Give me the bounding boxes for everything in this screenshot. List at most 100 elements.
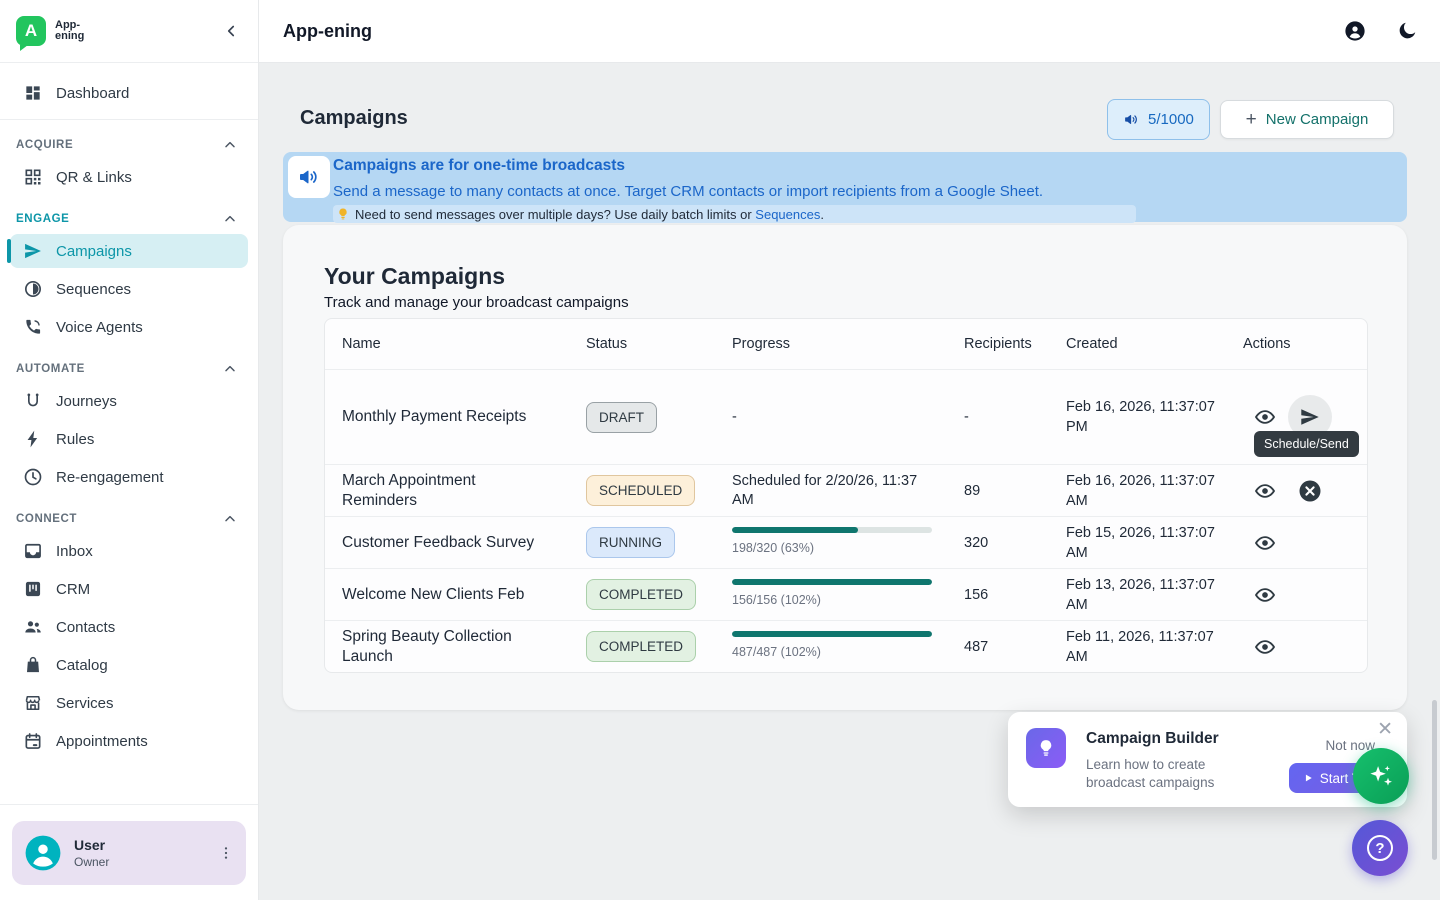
campaign-quota-badge[interactable]: 5/1000: [1107, 99, 1210, 140]
view-campaign-eye-icon[interactable]: [1254, 532, 1276, 554]
dashboard-icon: [23, 83, 43, 103]
bulb-badge: [1026, 728, 1066, 768]
recipients-count: 156: [964, 587, 1066, 603]
sequence-icon: [23, 279, 43, 299]
popup-title: Campaign Builder: [1086, 730, 1219, 748]
sidebar-divider: [0, 119, 258, 120]
sidebar-item-voice-agents[interactable]: Voice Agents: [10, 310, 248, 344]
status-badge: COMPLETED: [586, 579, 696, 610]
column-header-recipients: Recipients: [964, 336, 1066, 352]
sidebar-collapse-icon[interactable]: [222, 22, 240, 40]
actions-cell: [1243, 532, 1367, 554]
sidebar-item-sequences[interactable]: Sequences: [10, 272, 248, 306]
sidebar-item-inbox[interactable]: Inbox: [10, 534, 248, 568]
sidebar-item-label: Contacts: [56, 619, 115, 636]
new-campaign-button[interactable]: + New Campaign: [1220, 100, 1394, 139]
kanban-icon: [23, 579, 43, 599]
column-header-status: Status: [586, 336, 732, 352]
qr-code-icon: [23, 167, 43, 187]
sidebar-item-appointments[interactable]: Appointments: [10, 724, 248, 758]
progress-cell: 487/487 (102%): [732, 631, 964, 662]
campaign-name: Customer Feedback Survey: [342, 533, 537, 553]
sidebar-item-label: QR & Links: [56, 169, 132, 186]
column-header-progress: Progress: [732, 336, 964, 352]
sidebar-item-journeys[interactable]: Journeys: [10, 384, 248, 418]
sparkles-icon: [1367, 762, 1395, 790]
recipients-count: -: [964, 409, 1066, 425]
created-date: Feb 15, 2026, 11:37:07 AM: [1066, 523, 1243, 563]
campaigns-card-title: Your Campaigns: [324, 263, 505, 290]
sidebar-item-label: Re-engagement: [56, 469, 164, 486]
user-menu-dots-icon[interactable]: [218, 844, 234, 862]
sidebar-item-label: Appointments: [56, 733, 148, 750]
view-campaign-eye-icon[interactable]: [1254, 584, 1276, 606]
help-fab[interactable]: ?: [1352, 820, 1408, 876]
cancel-campaign-button[interactable]: [1288, 469, 1332, 513]
campaign-row: March Appointment RemindersSCHEDULEDSche…: [325, 464, 1367, 516]
ai-assistant-fab[interactable]: [1353, 748, 1409, 804]
sidebar-item-label: Journeys: [56, 393, 117, 410]
view-campaign-eye-icon[interactable]: [1254, 636, 1276, 658]
status-badge: COMPLETED: [586, 631, 696, 662]
scrollbar-thumb[interactable]: [1432, 700, 1437, 860]
status-badge: SCHEDULED: [586, 475, 695, 506]
phone-icon: [23, 317, 43, 337]
close-icon[interactable]: ✕: [1377, 720, 1393, 739]
campaign-name: Spring Beauty Collection Launch: [342, 627, 537, 667]
sidebar: A App- ening Dashboard ACQUIRE QR & Links…: [0, 0, 259, 900]
actions-cell: [1243, 584, 1367, 606]
progress-cell: 156/156 (102%): [732, 579, 964, 610]
section-label-acquire: ACQUIRE: [0, 124, 258, 156]
chevron-up-icon[interactable]: [222, 511, 238, 527]
bag-icon: [23, 655, 43, 675]
progress-bar: [732, 631, 932, 637]
campaign-name: Welcome New Clients Feb: [342, 585, 537, 605]
sidebar-item-qr-links[interactable]: QR & Links: [10, 160, 248, 194]
column-header-name: Name: [342, 336, 586, 352]
sidebar-item-campaigns[interactable]: Campaigns: [10, 234, 248, 268]
sidebar-header: A App- ening: [0, 0, 258, 63]
progress-label: 156/156 (102%): [732, 591, 934, 610]
recipients-count: 89: [964, 483, 1066, 499]
view-campaign-eye-icon[interactable]: [1254, 406, 1276, 428]
chevron-up-icon[interactable]: [222, 137, 238, 153]
progress-cell: Scheduled for 2/20/26, 11:37 AM: [732, 472, 964, 510]
sidebar-item-label: Sequences: [56, 281, 131, 298]
campaign-name: Monthly Payment Receipts: [342, 407, 537, 427]
created-date: Feb 13, 2026, 11:37:07 AM: [1066, 575, 1243, 615]
app-logo-text: App- ening: [55, 20, 84, 43]
progress-cell: -: [732, 408, 964, 427]
sidebar-item-re-engagement[interactable]: Re-engagement: [10, 460, 248, 494]
schedule-send-tooltip: Schedule/Send: [1254, 431, 1359, 457]
chevron-up-icon[interactable]: [222, 361, 238, 377]
progress-bar-fill: [732, 631, 932, 637]
info-banner: Campaigns are for one-time broadcasts Se…: [283, 152, 1407, 222]
created-date: Feb 16, 2026, 11:37:07 AM: [1066, 471, 1243, 511]
progress-bar: [732, 579, 932, 585]
campaigns-table: NameStatusProgressRecipientsCreatedActio…: [324, 318, 1368, 673]
quota-text: 5/1000: [1148, 111, 1194, 128]
sidebar-item-crm[interactable]: CRM: [10, 572, 248, 606]
sidebar-item-contacts[interactable]: Contacts: [10, 610, 248, 644]
banner-body: Send a message to many contacts at once.…: [333, 183, 1043, 200]
view-campaign-eye-icon[interactable]: [1254, 480, 1276, 502]
sidebar-item-services[interactable]: Services: [10, 686, 248, 720]
user-role: Owner: [74, 855, 109, 869]
actions-cell: [1243, 636, 1367, 658]
play-icon: [1303, 773, 1313, 783]
progress-bar-fill: [732, 527, 858, 533]
sidebar-item-label: Catalog: [56, 657, 108, 674]
sidebar-item-catalog[interactable]: Catalog: [10, 648, 248, 682]
user-card[interactable]: User Owner: [12, 821, 246, 885]
route-icon: [23, 391, 43, 411]
sequences-link[interactable]: Sequences: [755, 207, 820, 222]
lightbulb-icon: [336, 207, 350, 221]
account-icon[interactable]: [1344, 20, 1366, 42]
dark-mode-moon-icon[interactable]: [1396, 20, 1418, 42]
section-label-automate: AUTOMATE: [0, 348, 258, 380]
lightning-icon: [23, 429, 43, 449]
chevron-up-icon[interactable]: [222, 211, 238, 227]
x-circle-icon: [1298, 479, 1322, 503]
sidebar-item-rules[interactable]: Rules: [10, 422, 248, 456]
sidebar-item-dashboard[interactable]: Dashboard: [10, 76, 248, 110]
